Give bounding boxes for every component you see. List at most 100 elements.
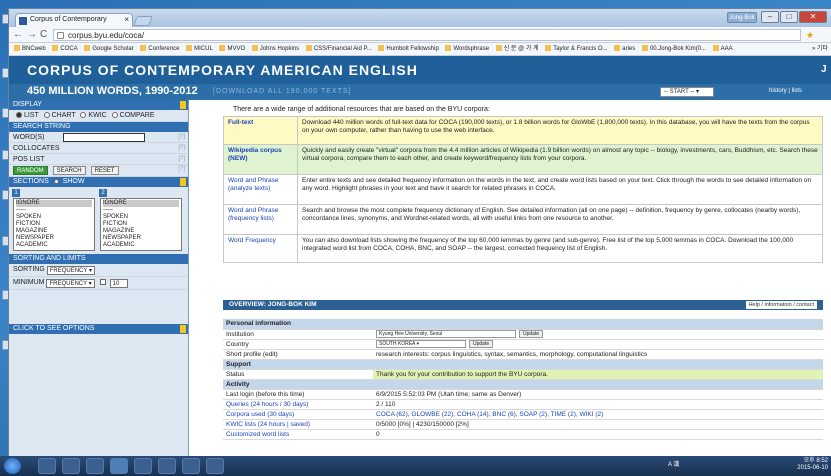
list-item[interactable]: SPOKEN — [103, 214, 179, 221]
collocates-row[interactable]: COLLOCATES [?] — [9, 143, 188, 154]
corpora-value[interactable]: COCA (62), GLOWBE (22), COHA (14), BNC (… — [373, 409, 823, 420]
app-taskbar-icon[interactable] — [158, 458, 176, 474]
radio-kwic[interactable] — [80, 112, 87, 118]
close-window-button[interactable]: ✕ — [799, 11, 827, 23]
bookmark-item[interactable]: 00.Jong-Bok Kim(0... — [641, 43, 706, 55]
section-1-list[interactable]: IGNORE ----- SPOKEN FICTION MAGAZINE NEW… — [13, 198, 95, 251]
list-item[interactable]: NEWSPAPER — [16, 235, 92, 242]
options-header[interactable]: CLICK TO SEE OPTIONS — [9, 324, 188, 334]
new-tab-button[interactable] — [133, 16, 153, 26]
minimum-select[interactable]: FREQUENCY ▾ — [46, 279, 95, 288]
profile-badge[interactable]: Jong-Bok — [727, 12, 757, 23]
ie-taskbar-icon[interactable] — [86, 458, 104, 474]
update-country-button[interactable]: Update — [469, 339, 494, 348]
show-checkbox[interactable] — [53, 179, 59, 184]
word-taskbar-icon[interactable] — [182, 458, 200, 474]
list-item[interactable]: SPOKEN — [16, 214, 92, 221]
browser-tab[interactable]: Corpus of Contemporary × — [15, 13, 133, 27]
bookmark-item[interactable]: Johns Hopkins — [251, 43, 299, 55]
radio-compare[interactable] — [111, 112, 118, 118]
bookmark-item[interactable]: COCA — [52, 43, 78, 55]
back-icon[interactable]: ← — [13, 29, 23, 40]
bookmark-item[interactable]: 신 문 @ 가 계 — [495, 43, 539, 55]
list-item[interactable]: IGNORE — [103, 200, 179, 207]
list-item[interactable]: MAGAZINE — [103, 228, 179, 235]
list-item[interactable]: ACADEMIC — [103, 242, 179, 249]
resource-link[interactable]: Word and Phrase (frequency lists) — [228, 207, 278, 222]
bookmark-item[interactable]: Google Scholar — [84, 43, 134, 55]
help-arrow-icon[interactable] — [180, 178, 186, 186]
close-tab-icon[interactable]: × — [124, 15, 129, 24]
bookmark-item[interactable]: Taylor & Francis O... — [545, 43, 608, 55]
bookmark-item[interactable]: CSS/Financial Aid P... — [305, 43, 372, 55]
history-lists-link[interactable]: history | lists — [769, 88, 802, 94]
bookmark-item[interactable]: BNCweb — [14, 43, 46, 55]
list-item[interactable]: FICTION — [16, 221, 92, 228]
resource-link[interactable]: Word Frequency — [228, 237, 276, 244]
resource-link[interactable]: Word and Phrase (analyze texts) — [228, 177, 278, 192]
radio-chart[interactable] — [43, 112, 50, 118]
start-select[interactable]: -- START -- ▾ — [660, 87, 714, 97]
url-input[interactable]: corpus.byu.edu/coca/ — [53, 29, 801, 41]
maximize-button[interactable]: □ — [780, 11, 798, 23]
display-header[interactable]: DISPLAY — [9, 100, 188, 110]
profile-label[interactable]: Short profile (edit) — [223, 349, 373, 360]
search-string-header: SEARCH STRING — [9, 122, 188, 132]
chrome-taskbar-icon[interactable] — [110, 458, 128, 474]
app-taskbar-icon[interactable] — [134, 458, 152, 474]
start-button[interactable] — [4, 458, 21, 474]
help-icon[interactable]: [?] — [178, 143, 185, 154]
download-link[interactable]: [DOWNLOAD ALL 190,000 TEXTS] — [213, 88, 352, 95]
forward-icon[interactable]: → — [27, 29, 37, 40]
minimize-button[interactable]: – — [761, 11, 779, 23]
list-item[interactable]: FICTION — [103, 221, 179, 228]
bookmark-item[interactable]: aries — [614, 43, 635, 55]
resource-link[interactable]: Wikipedia corpus (NEW) — [228, 147, 282, 162]
search-button[interactable]: SEARCH — [52, 166, 86, 175]
bookmark-item[interactable]: MVVO — [219, 43, 245, 55]
bookmark-star-icon[interactable]: ★ — [806, 30, 814, 41]
bookmark-item[interactable]: Wordsphrase — [445, 43, 489, 55]
list-item[interactable]: ----- — [16, 207, 92, 214]
list-item[interactable]: ACADEMIC — [16, 242, 92, 249]
reset-button[interactable]: RESET — [90, 166, 119, 175]
bookmarks-overflow[interactable]: » 기타 — [811, 43, 828, 55]
reload-icon[interactable]: C — [40, 29, 47, 40]
help-arrow-icon[interactable] — [180, 325, 186, 333]
pos-list-row[interactable]: POS LIST [?] — [9, 154, 188, 165]
media-taskbar-icon[interactable] — [62, 458, 80, 474]
kwic-link[interactable]: KWIC lists (24 hours | saved) — [223, 419, 373, 430]
list-item[interactable]: MAGAZINE — [16, 228, 92, 235]
bookmark-item[interactable]: Humbolt Fellowship — [378, 43, 439, 55]
pdf-taskbar-icon[interactable] — [206, 458, 224, 474]
country-select[interactable]: SOUTH KOREA ▾ — [376, 339, 466, 348]
help-icon[interactable]: [?] — [178, 154, 185, 165]
corpora-link[interactable]: Corpora used (30 days) — [223, 409, 373, 420]
sorting-select[interactable]: FREQUENCY ▾ — [46, 266, 95, 275]
help-icon[interactable]: [?] — [178, 165, 185, 174]
table-row: Short profile (edit) research interests:… — [223, 349, 823, 360]
list-item[interactable]: IGNORE — [16, 200, 92, 207]
explorer-taskbar-icon[interactable] — [38, 458, 56, 474]
radio-list[interactable] — [16, 112, 22, 118]
clock[interactable]: 오후 8:52 2015-06-10 — [788, 458, 828, 472]
bookmark-item[interactable]: MICUL — [186, 43, 213, 55]
system-tray[interactable]: A 漢 — [668, 459, 679, 468]
section-2-list[interactable]: IGNORE ----- SPOKEN FICTION MAGAZINE NEW… — [100, 198, 182, 251]
help-icon[interactable]: [?] — [178, 132, 185, 143]
custom-lists-link[interactable]: Customized word lists — [223, 429, 373, 440]
help-link[interactable]: Help / information / contact — [745, 301, 817, 309]
update-institution-button[interactable]: Update — [519, 329, 544, 338]
minimum-checkbox[interactable] — [99, 279, 106, 285]
words-input[interactable] — [63, 133, 145, 142]
bookmark-item[interactable]: AAA — [712, 43, 733, 55]
random-button[interactable]: RANDOM — [13, 166, 48, 175]
resource-link[interactable]: Full-text — [228, 119, 253, 126]
list-item[interactable]: ----- — [103, 207, 179, 214]
list-item[interactable]: NEWSPAPER — [103, 235, 179, 242]
institution-input[interactable]: Kyung Hee University, Seoul — [376, 329, 516, 338]
minimum-number-input[interactable]: 10 — [109, 279, 128, 288]
queries-link[interactable]: Queries (24 hours / 30 days) — [223, 399, 373, 410]
bookmark-item[interactable]: Conference — [140, 43, 179, 55]
help-arrow-icon[interactable] — [180, 101, 186, 109]
